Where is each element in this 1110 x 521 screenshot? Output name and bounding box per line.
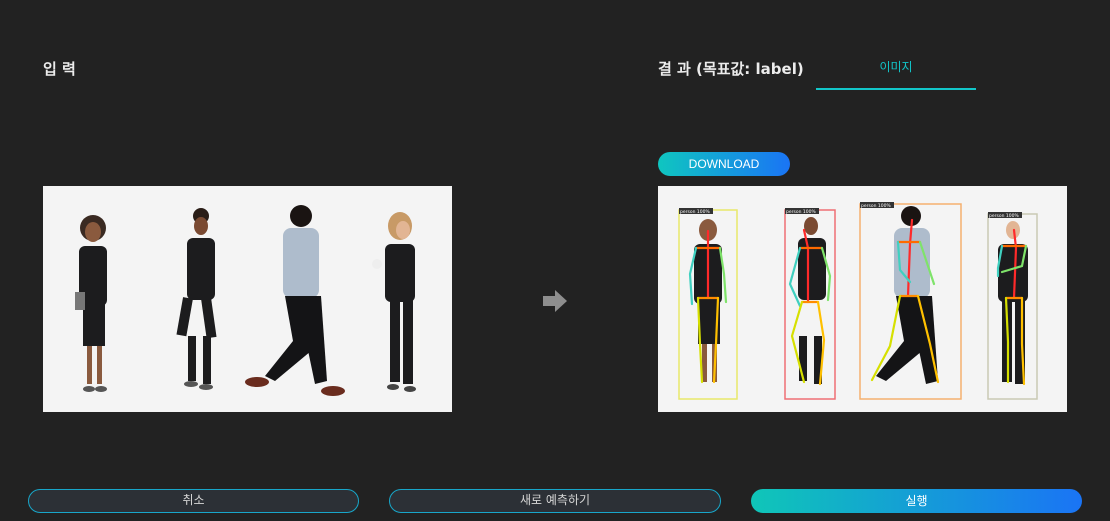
detection-label: person 100%: [861, 203, 891, 209]
input-title: 입 력: [43, 60, 76, 78]
person-figure-3: [245, 205, 345, 396]
cancel-button[interactable]: 취소: [28, 489, 359, 513]
result-title: 결 과 (목표값: label): [658, 60, 804, 78]
detection-label: person 100%: [989, 213, 1019, 219]
detection-label: person 100%: [786, 209, 816, 215]
result-image: person 100% person 100% person 100% pers…: [658, 186, 1067, 412]
tab-image[interactable]: 이미지: [816, 56, 976, 90]
pose-skeleton: [688, 218, 1028, 386]
download-button[interactable]: DOWNLOAD: [658, 152, 790, 176]
repredict-button[interactable]: 새로 예측하기: [389, 489, 721, 513]
run-button[interactable]: 실행: [751, 489, 1082, 513]
arrow-right-icon: [543, 290, 567, 312]
detection-label: person 100%: [680, 209, 710, 215]
input-image: [43, 186, 452, 412]
person-figure-4: [372, 212, 416, 392]
person-figure-2: [176, 208, 217, 390]
detection-box: [987, 213, 1038, 400]
person-figure-1: [75, 215, 107, 392]
